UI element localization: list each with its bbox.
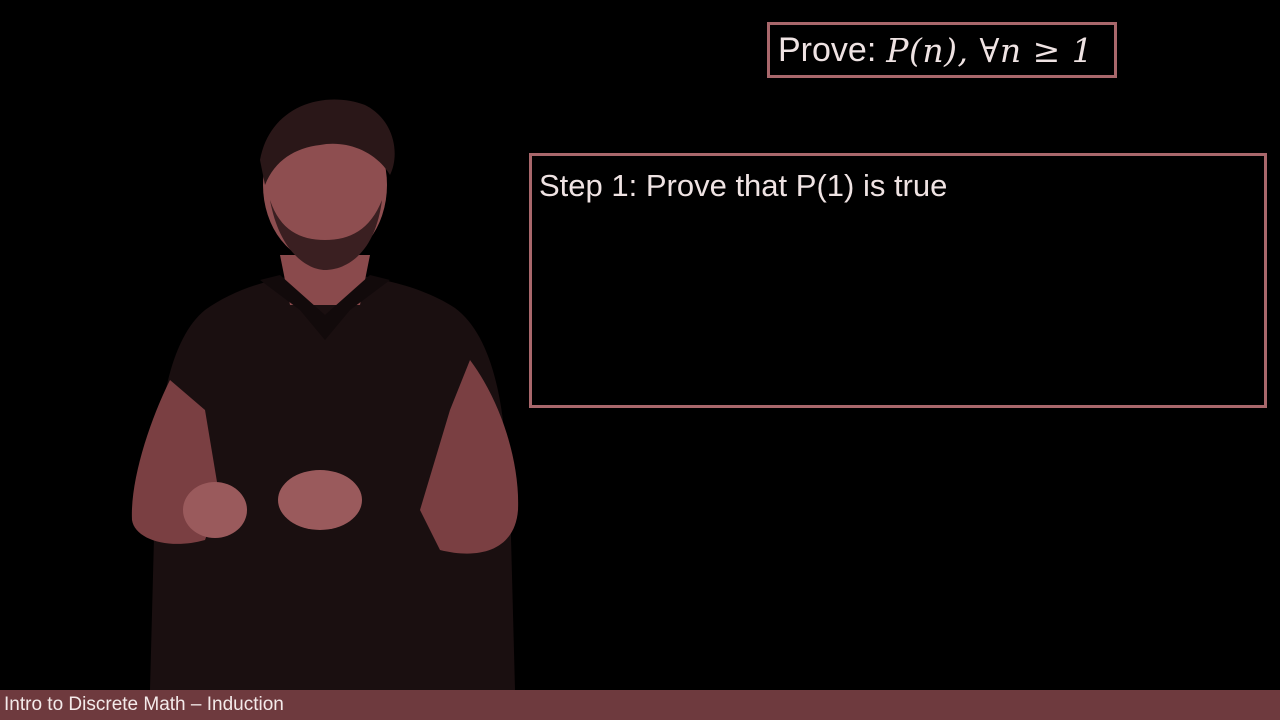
step-1-text: Step 1: Prove that P(1) is true [539,168,948,203]
slide-stage: Prove: P(n), ∀n ≥ 1 Step 1: Prove that P… [0,0,1280,720]
step-1-box: Step 1: Prove that P(1) is true [529,153,1267,408]
footer-bar: Intro to Discrete Math – Induction [0,690,1280,720]
prove-formula: P(n), ∀n ≥ 1 [886,30,1094,70]
prove-label: Prove: [778,30,877,69]
presenter-figure-icon [131,99,519,690]
footer-title: Intro to Discrete Math – Induction [4,694,284,715]
prove-statement-box: Prove: P(n), ∀n ≥ 1 [767,22,1117,78]
